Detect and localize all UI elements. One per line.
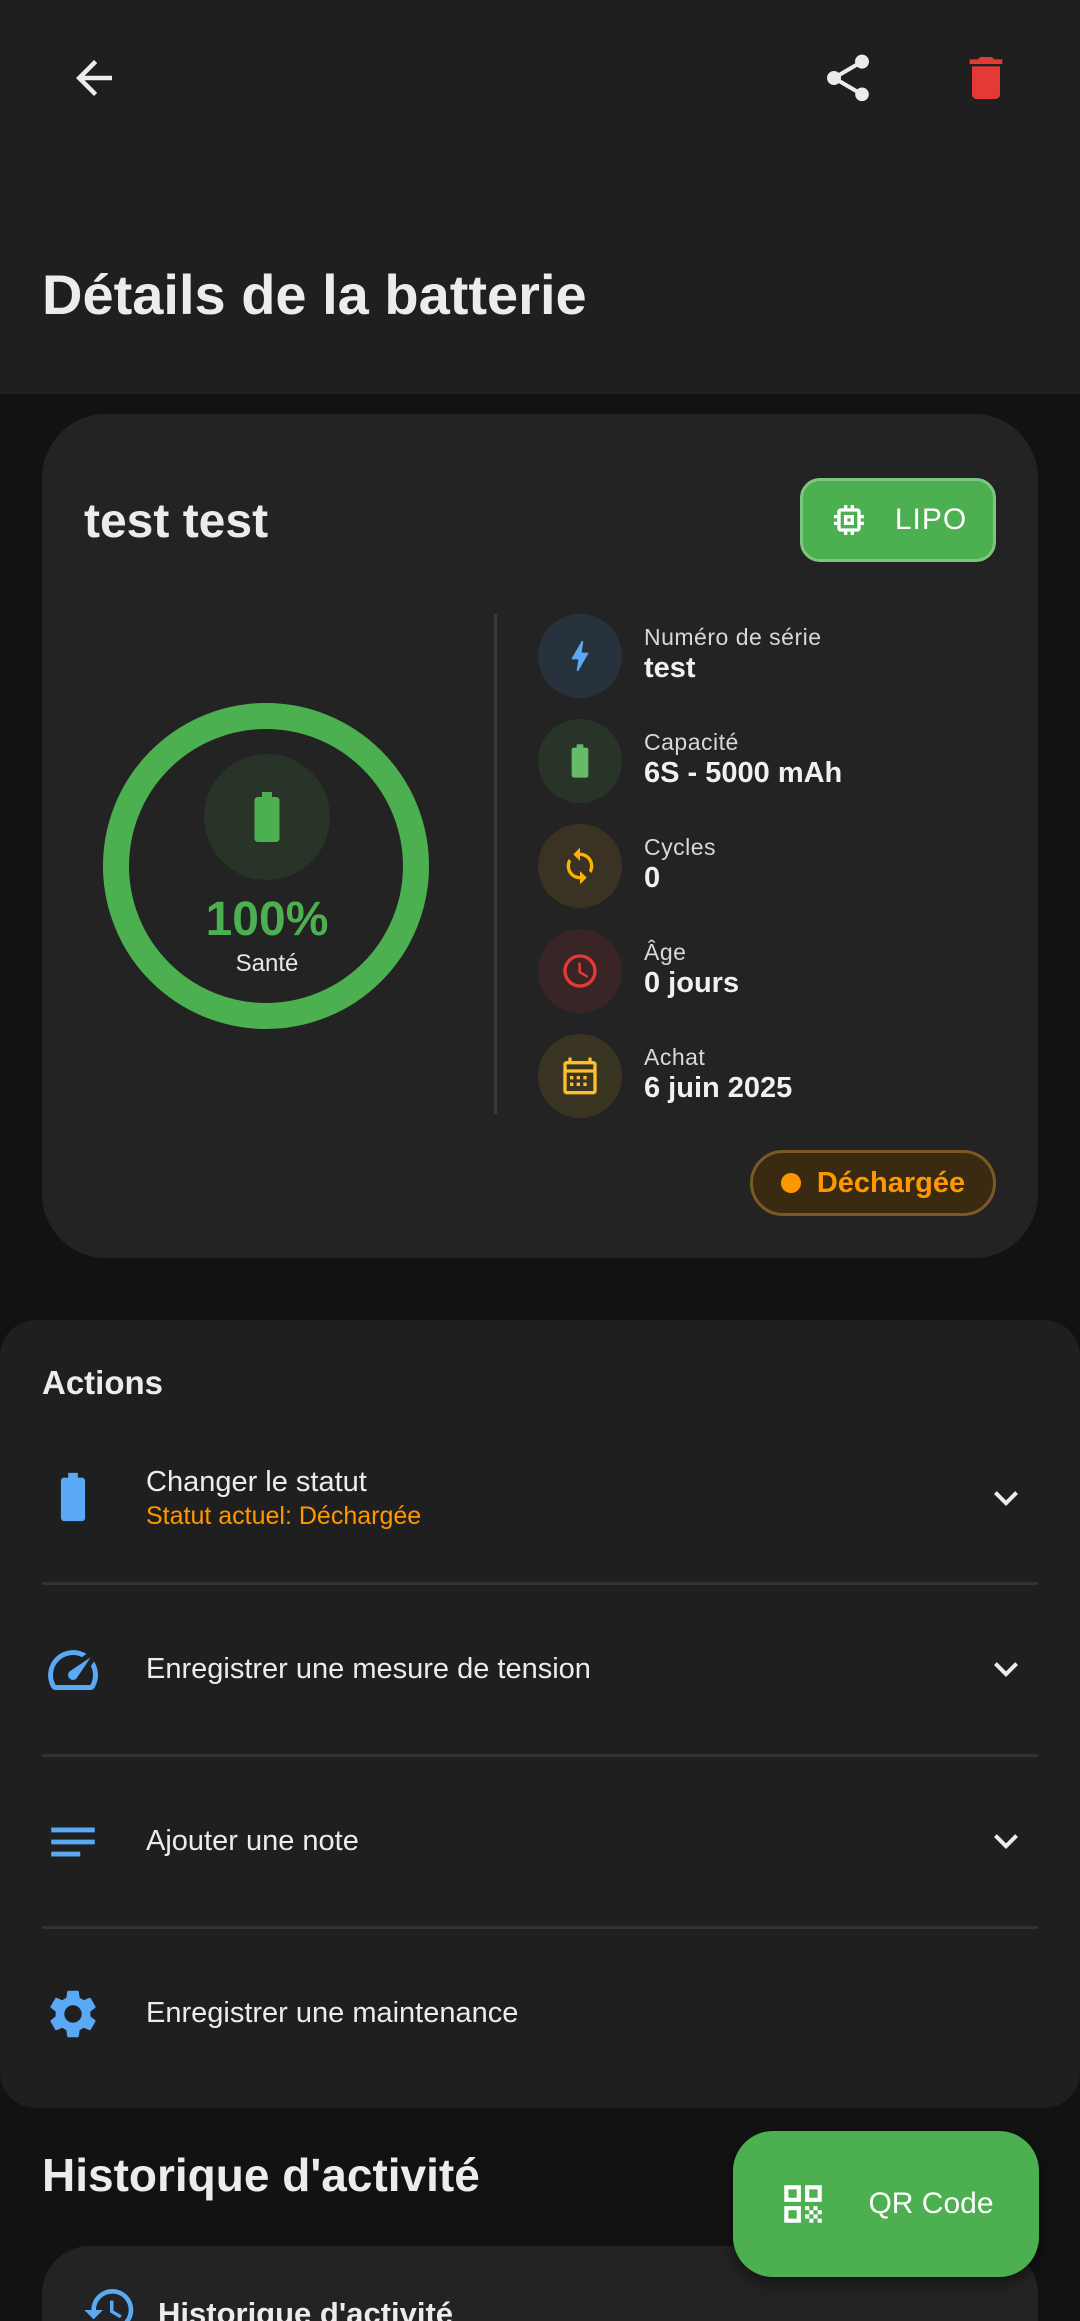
action-change-status[interactable]: Changer le statut Statut actuel: Décharg… — [0, 1418, 1080, 1590]
action-title: Changer le statut — [146, 1466, 367, 1498]
back-button[interactable] — [46, 30, 142, 126]
app-bar: Détails de la batterie — [0, 0, 1080, 394]
action-title: Ajouter une note — [146, 1825, 359, 1857]
info-value: 0 — [644, 862, 661, 894]
chevron-down-icon — [994, 1662, 1018, 1677]
expand-button[interactable] — [980, 1643, 1032, 1695]
battery-icon — [60, 1472, 86, 1522]
vertical-divider — [494, 614, 497, 1114]
qr-code-icon — [784, 2185, 823, 2223]
share-icon — [827, 54, 869, 102]
info-value: 6 juin 2025 — [644, 1072, 793, 1104]
age-icon-badge — [538, 929, 622, 1013]
info-row-serial: Numéro de série test — [538, 614, 998, 698]
action-voltage[interactable]: Enregistrer une mesure de tension — [0, 1585, 1080, 1757]
chevron-down-icon — [994, 1834, 1018, 1849]
chip-icon — [833, 505, 864, 535]
status-dot — [780, 1173, 801, 1193]
info-value: 6S - 5000 mAh — [644, 757, 843, 789]
battery-type-chip: LIPO — [800, 478, 996, 562]
battery-type-label: LIPO — [894, 503, 968, 536]
bolt-icon — [571, 641, 589, 671]
status-label: Déchargée — [816, 1166, 966, 1199]
page-title: Détails de la batterie — [42, 263, 587, 326]
action-icon — [42, 1811, 104, 1873]
info-label: Âge — [644, 939, 687, 965]
chevron-down-icon — [994, 1491, 1018, 1506]
info-value: test — [644, 652, 696, 684]
history-card-label: Historique d'activité — [158, 2296, 454, 2321]
action-icon — [42, 1639, 104, 1701]
info-label: Capacité — [644, 729, 739, 755]
history-icon — [84, 2289, 134, 2321]
purchase-icon-badge — [538, 1034, 622, 1118]
info-row-age: Âge 0 jours — [538, 929, 998, 1013]
expand-button[interactable] — [980, 1472, 1032, 1524]
health-percentage: 100% — [205, 893, 329, 946]
serial-icon-badge — [538, 614, 622, 698]
info-row-cycles: Cycles 0 — [538, 824, 998, 908]
speedometer-icon — [48, 1650, 98, 1690]
action-title: Enregistrer une maintenance — [146, 1997, 519, 2029]
action-add-note[interactable]: Ajouter une note — [0, 1757, 1080, 1929]
action-subtitle: Statut actuel: Déchargée — [146, 1502, 422, 1530]
notes-icon — [51, 1827, 95, 1857]
clock-icon — [563, 954, 597, 988]
share-button[interactable] — [800, 30, 896, 126]
info-label: Cycles — [644, 834, 717, 860]
qr-code-button[interactable]: QR Code — [733, 2131, 1039, 2277]
capacity-icon-badge — [538, 719, 622, 803]
battery-name: test test — [84, 495, 269, 548]
sync-icon — [566, 847, 594, 885]
health-icon-badge — [204, 754, 330, 880]
battery-icon — [571, 744, 589, 778]
calendar-icon — [563, 1057, 597, 1095]
battery-icon — [254, 792, 280, 842]
info-value: 0 jours — [644, 967, 740, 999]
actions-title: Actions — [42, 1364, 164, 1401]
action-maintenance[interactable]: Enregistrer une maintenance — [0, 1929, 1080, 2101]
qr-code-label: QR Code — [868, 2187, 994, 2220]
info-row-purchase: Achat 6 juin 2025 — [538, 1034, 998, 1118]
action-title: Enregistrer une mesure de tension — [146, 1653, 591, 1685]
delete-button[interactable] — [938, 30, 1034, 126]
battery-summary-card: test test LIPO 100% Santé Numéro de séri… — [42, 414, 1038, 1258]
info-label: Achat — [644, 1044, 706, 1070]
trash-icon — [969, 57, 1003, 99]
action-icon — [42, 1983, 104, 2045]
history-section-title: Historique d'activité — [42, 2149, 480, 2201]
status-badge: Déchargée — [750, 1150, 996, 1216]
actions-card: Actions Changer le statut Statut actuel:… — [0, 1320, 1080, 2108]
cycles-icon-badge — [538, 824, 622, 908]
info-row-capacity: Capacité 6S - 5000 mAh — [538, 719, 998, 803]
health-label: Santé — [235, 950, 299, 977]
arrow-left-icon — [76, 60, 112, 96]
action-icon — [42, 1466, 104, 1528]
info-label: Numéro de série — [644, 624, 822, 650]
expand-button[interactable] — [980, 1815, 1032, 1867]
gear-icon — [50, 1990, 96, 2038]
